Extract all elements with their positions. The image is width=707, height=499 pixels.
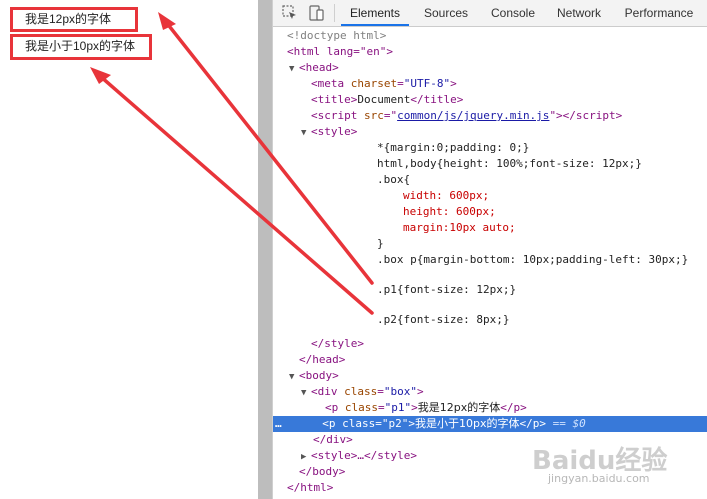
tree-row-head[interactable]: ▼ <head>: [273, 60, 707, 76]
doctype-text: <!doctype html>: [287, 29, 387, 42]
tree-row-div[interactable]: ▼ <div class="box">: [273, 384, 707, 400]
css-line-p1: .p1{font-size: 12px;}: [377, 283, 517, 296]
tab-console[interactable]: Console: [483, 0, 543, 26]
css-line-4: width: 600px;: [403, 189, 490, 202]
expand-triangle-icon[interactable]: ▼: [301, 385, 311, 401]
more-options-icon[interactable]: …: [275, 417, 288, 430]
html-open-tag: <html lang="en">: [287, 45, 393, 58]
tree-row-p2-selected[interactable]: … <p class="p2">我是小于10px的字体</p> == $0: [273, 416, 707, 432]
script-src-link[interactable]: common/js/jquery.min.js: [397, 109, 549, 122]
p2-highlight-box: 我是小于10px的字体: [10, 34, 152, 60]
tree-row-html[interactable]: <html lang="en">: [273, 44, 707, 60]
tab-network[interactable]: Network: [549, 0, 609, 26]
css-line-6: margin:10px auto;: [403, 221, 516, 234]
tree-row-p1[interactable]: <p class="p1">我是12px的字体</p>: [273, 400, 707, 416]
tree-row-script[interactable]: <script src="common/js/jquery.min.js"></…: [273, 108, 707, 124]
expand-triangle-icon[interactable]: ▼: [289, 61, 299, 77]
devtools-panel: Elements Sources Console Network Perform…: [273, 0, 707, 499]
tab-performance[interactable]: Performance: [619, 0, 699, 26]
inspect-element-icon[interactable]: [281, 4, 299, 22]
p1-text: 我是12px的字体: [25, 12, 112, 26]
css-line-8: .box p{margin-bottom: 10px;padding-left:…: [377, 253, 689, 266]
rendered-page: 我是12px的字体 我是小于10px的字体: [0, 0, 258, 499]
device-toolbar-icon[interactable]: [307, 4, 325, 22]
devtools-toolbar: Elements Sources Console Network Perform…: [273, 0, 707, 27]
p2-node-text: 我是小于10px的字体: [415, 417, 520, 430]
css-line-p2: .p2{font-size: 8px;}: [377, 313, 510, 326]
css-line-7: }: [377, 237, 384, 250]
expand-triangle-icon[interactable]: ▼: [301, 125, 311, 141]
p1-node-text: 我是12px的字体: [417, 401, 501, 414]
expand-triangle-icon[interactable]: ▼: [289, 369, 299, 385]
css-line-3: .box{: [377, 173, 411, 186]
tree-row-title[interactable]: <title>Document</title>: [273, 92, 707, 108]
baidu-watermark-url: jingyan.baidu.com: [548, 472, 650, 485]
css-line-1: *{margin:0;padding: 0;}: [377, 141, 530, 154]
tree-row-body[interactable]: ▼ <body>: [273, 368, 707, 384]
toolbar-separator: [334, 4, 335, 22]
style-open-tag: <style>: [311, 125, 358, 138]
collapse-triangle-icon[interactable]: ▶: [301, 449, 311, 465]
dom-tree: <!doctype html> <html lang="en"> ▼ <head>…: [273, 27, 707, 499]
tree-row-style-close[interactable]: </style>: [273, 336, 707, 352]
head-open-tag: <head>: [299, 61, 339, 74]
selected-node-marker: == $0: [552, 417, 586, 430]
tree-row-meta[interactable]: <meta charset="UTF-8">: [273, 76, 707, 92]
page-scrollbar[interactable]: [258, 0, 272, 499]
tree-row-head-close[interactable]: </head>: [273, 352, 707, 368]
tree-row-doctype[interactable]: <!doctype html>: [273, 28, 707, 44]
css-line-5: height: 600px;: [403, 205, 496, 218]
p2-text: 我是小于10px的字体: [25, 39, 136, 53]
tab-elements[interactable]: Elements: [341, 0, 409, 26]
p1-highlight-box: 我是12px的字体: [10, 7, 138, 32]
tree-row-style[interactable]: ▼ <style>: [273, 124, 707, 140]
tab-sources[interactable]: Sources: [415, 0, 477, 26]
css-line-2: html,body{height: 100%;font-size: 12px;}: [377, 157, 642, 170]
